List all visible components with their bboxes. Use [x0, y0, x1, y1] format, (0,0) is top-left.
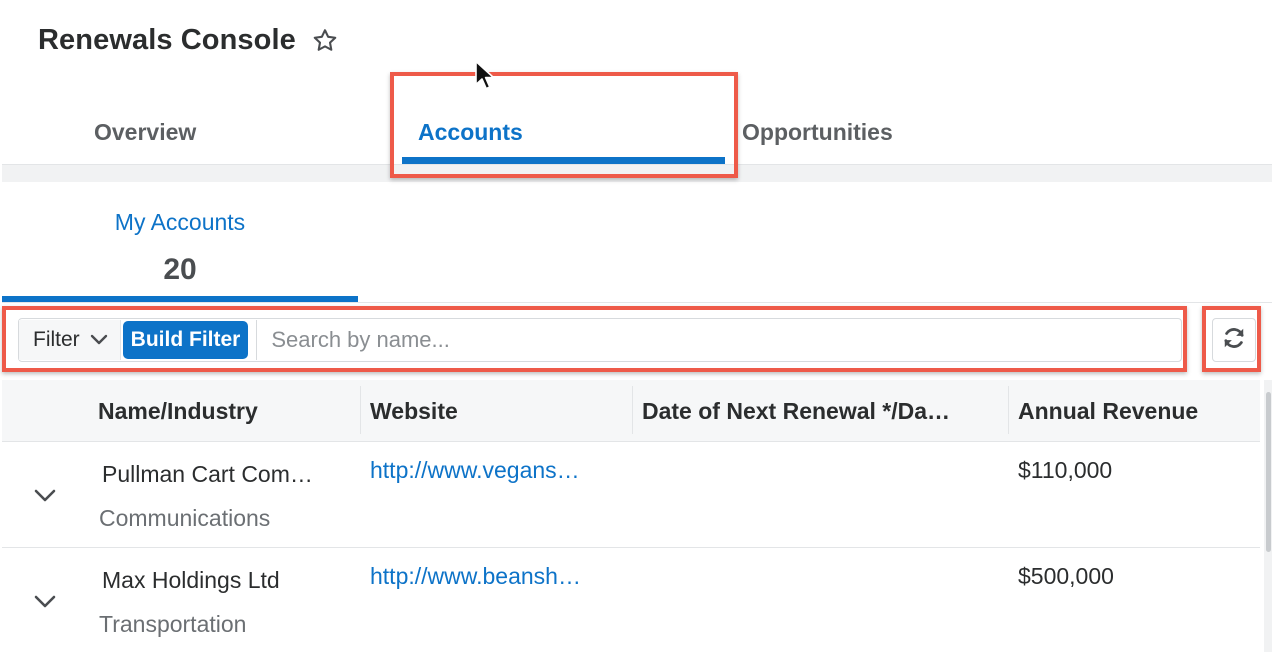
refresh-icon: [1221, 325, 1247, 356]
table-scrollbar-thumb[interactable]: [1266, 392, 1271, 552]
account-industry: Transportation: [99, 611, 247, 637]
filter-dropdown[interactable]: Filter: [19, 320, 121, 360]
column-header-name-industry[interactable]: Name/Industry: [98, 380, 356, 442]
summary-divider: [2, 302, 1272, 303]
column-divider: [1008, 386, 1009, 434]
account-annual-revenue: $500,000: [1018, 563, 1114, 589]
star-icon[interactable]: [310, 26, 340, 56]
account-industry: Communications: [99, 505, 271, 531]
console-tabs: Overview Accounts Opportunities: [0, 100, 1272, 164]
table-row[interactable]: Pullman Cart Com… Communications http://…: [2, 442, 1260, 548]
account-name[interactable]: Pullman Cart Com…: [102, 461, 313, 488]
tab-opportunities[interactable]: Opportunities: [742, 100, 893, 164]
tab-accounts[interactable]: Accounts: [418, 100, 523, 164]
refresh-button[interactable]: [1212, 318, 1256, 362]
search-input[interactable]: [256, 320, 1181, 360]
summary-tab-my-accounts[interactable]: My Accounts 20: [2, 195, 358, 303]
column-header-next-renewal[interactable]: Date of Next Renewal */Da…: [642, 380, 1004, 442]
tab-overview[interactable]: Overview: [94, 100, 196, 164]
column-header-annual-revenue[interactable]: Annual Revenue: [1018, 380, 1258, 442]
cursor-icon: [475, 60, 495, 90]
title-row: Renewals Console: [38, 24, 340, 57]
account-annual-revenue: $110,000: [1018, 457, 1113, 483]
account-name[interactable]: Max Holdings Ltd: [102, 567, 280, 594]
column-header-website[interactable]: Website: [370, 380, 626, 442]
page-title: Renewals Console: [38, 24, 296, 56]
column-divider: [360, 386, 361, 434]
account-website-link[interactable]: http://www.vegans…: [370, 457, 580, 484]
build-filter-button[interactable]: Build Filter: [122, 321, 249, 359]
column-divider: [632, 386, 633, 434]
accounts-table: Name/Industry Website Date of Next Renew…: [2, 380, 1260, 652]
chevron-down-icon: [90, 328, 108, 352]
filter-label: Filter: [33, 328, 80, 351]
summary-count: 20: [163, 253, 197, 286]
filter-bar: Filter Build Filter: [18, 318, 1182, 362]
table-header: Name/Industry Website Date of Next Renew…: [2, 380, 1260, 442]
console-header: Renewals Console Overview Accounts Oppor…: [0, 0, 1272, 165]
summary-label: My Accounts: [114, 209, 246, 235]
section-gap: [2, 165, 1272, 182]
table-row[interactable]: Max Holdings Ltd Transportation http://w…: [2, 548, 1260, 652]
chevron-down-icon[interactable]: [32, 589, 58, 615]
account-website-link[interactable]: http://www.beansh…: [370, 563, 581, 590]
chevron-down-icon[interactable]: [32, 483, 58, 509]
active-tab-indicator: [402, 157, 725, 164]
